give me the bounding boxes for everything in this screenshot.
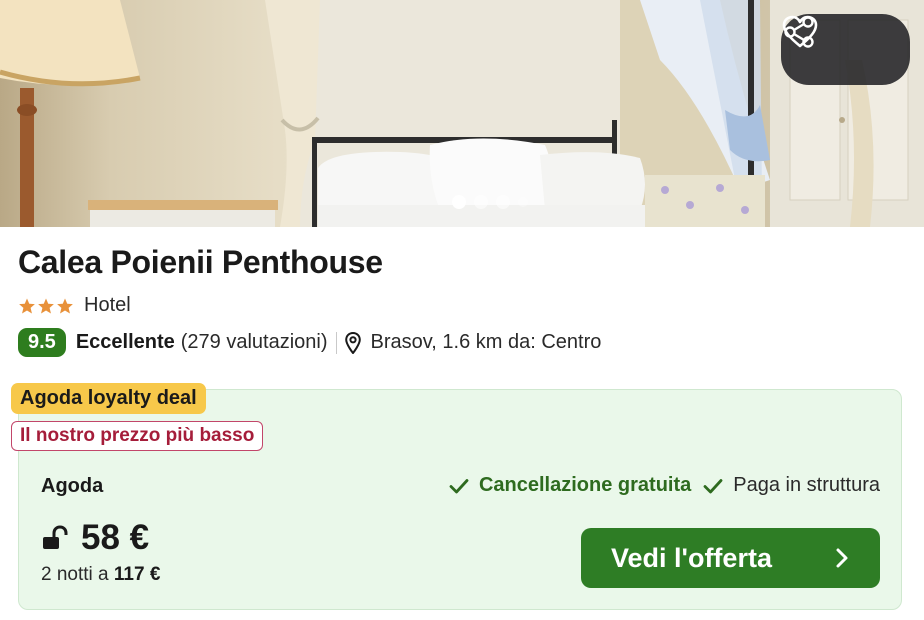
- total-price: 117 €: [113, 564, 161, 585]
- star-icon: [57, 298, 73, 313]
- heart-icon: [782, 15, 818, 48]
- hotel-name[interactable]: Calea Poienii Penthouse: [18, 244, 383, 281]
- carousel-dot[interactable]: [474, 195, 488, 209]
- carousel-dots: [452, 195, 528, 209]
- location-pin-icon: [344, 331, 361, 354]
- location-text[interactable]: Brasov, 1.6 km da: Centro: [371, 331, 602, 354]
- hotel-class-row: Hotel: [18, 294, 131, 317]
- hotel-photo[interactable]: [0, 0, 924, 227]
- free-cancellation: Cancellazione gratuita: [449, 474, 691, 497]
- chevron-right-icon: [836, 548, 848, 568]
- favorite-button[interactable]: [782, 15, 895, 72]
- review-score-badge[interactable]: 9.5: [18, 328, 66, 357]
- star-icon: [38, 298, 54, 313]
- nights-label: 2 notti a: [41, 564, 109, 585]
- carousel-dot[interactable]: [518, 197, 528, 207]
- unlocked-icon: [43, 525, 68, 549]
- rating-row: 9.5 Eccellente (279 valutazioni) Brasov,…: [18, 328, 601, 357]
- pay-at-property: Paga in struttura: [703, 474, 880, 497]
- view-offer-label: Vedi l'offerta: [611, 542, 772, 573]
- property-type: Hotel: [84, 294, 131, 316]
- carousel-dot[interactable]: [496, 195, 510, 209]
- lowest-price-badge: Il nostro prezzo più basso: [11, 421, 264, 451]
- divider: [335, 331, 337, 354]
- check-icon: [449, 478, 469, 493]
- review-count[interactable]: (279 valutazioni): [181, 331, 328, 354]
- stay-total: 2 notti a 117 €: [41, 564, 160, 586]
- loyalty-deal-badge: Agoda loyalty deal: [11, 383, 206, 414]
- price-per-night: 58 €: [81, 518, 150, 557]
- carousel-dot[interactable]: [452, 195, 466, 209]
- photo-actions: [781, 14, 910, 85]
- pay-at-property-label: Paga in struttura: [733, 474, 880, 496]
- review-verdict[interactable]: Eccellente: [76, 331, 175, 354]
- price-row: 58 €: [41, 518, 149, 558]
- star-icon: [19, 298, 35, 313]
- deal-features: Cancellazione gratuita Paga in struttura: [449, 474, 880, 497]
- free-cancellation-label: Cancellazione gratuita: [478, 474, 692, 496]
- view-offer-button[interactable]: Vedi l'offerta: [581, 528, 880, 588]
- provider-name: Agoda: [41, 475, 104, 497]
- star-rating: [18, 297, 74, 315]
- check-icon: [703, 478, 723, 493]
